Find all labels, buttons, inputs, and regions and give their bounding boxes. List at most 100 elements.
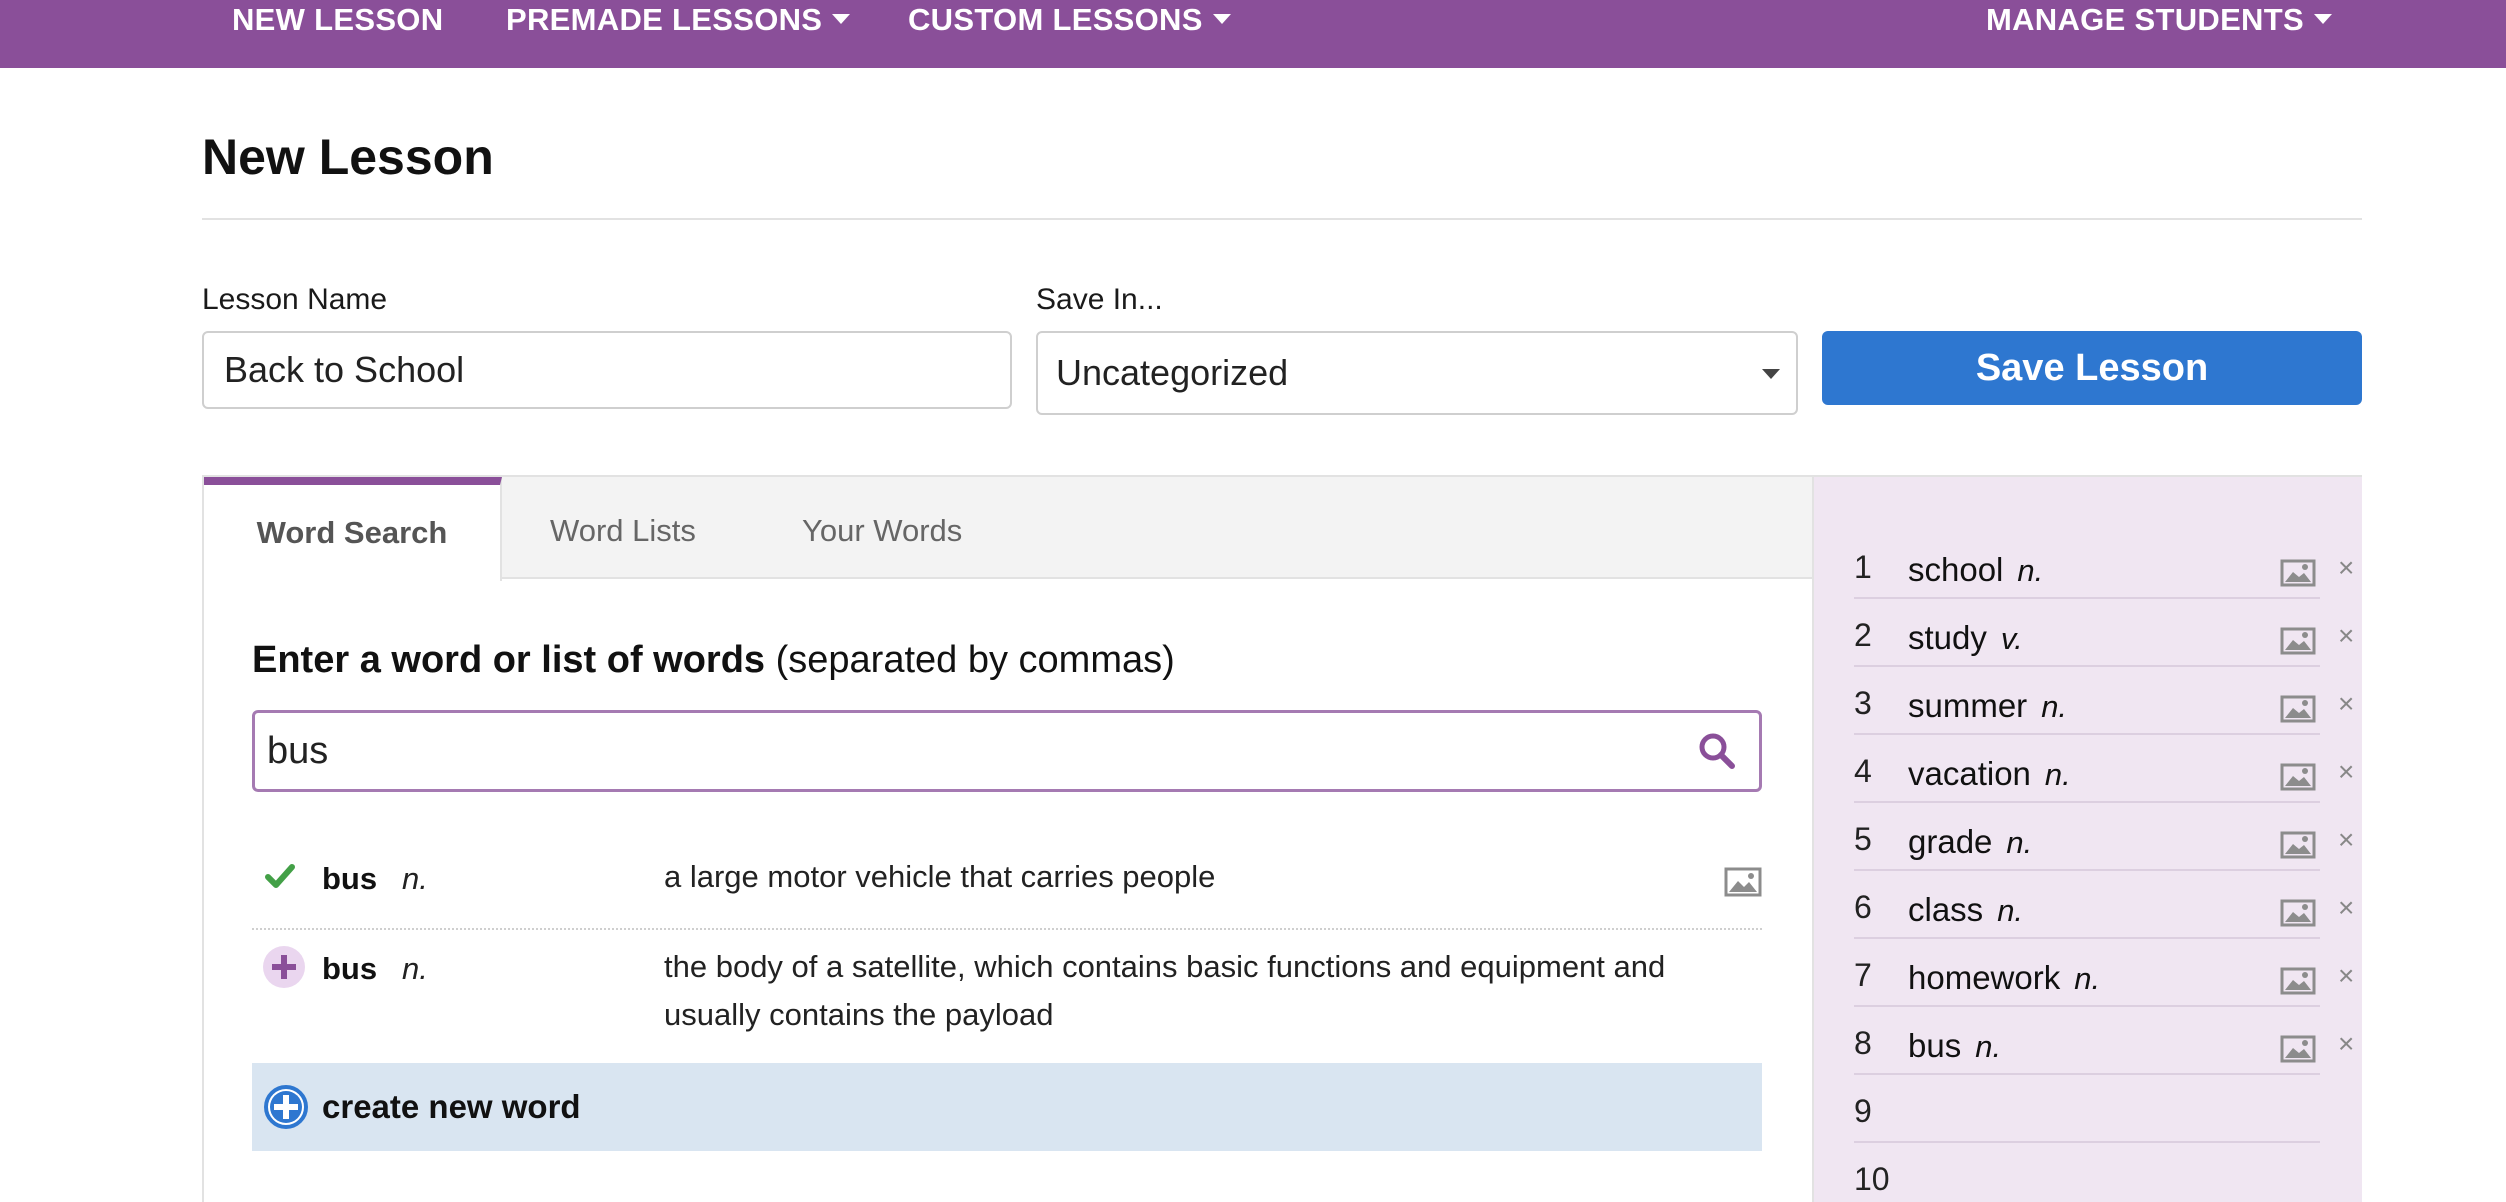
image-icon[interactable] xyxy=(2280,831,2316,859)
search-icon[interactable] xyxy=(1697,731,1737,771)
slot-number: 9 xyxy=(1854,1093,1872,1129)
lesson-name-input[interactable] xyxy=(202,331,1012,409)
image-icon[interactable] xyxy=(2280,627,2316,655)
slot-word: class n. xyxy=(1908,891,2023,929)
slot-word-text: study xyxy=(1908,619,1987,656)
lesson-name-label: Lesson Name xyxy=(202,283,388,316)
slot-word: bus n. xyxy=(1908,1027,2001,1065)
slot-number: 7 xyxy=(1854,957,1872,993)
lesson-word-slot[interactable]: 3 summer n. × xyxy=(1854,667,2354,735)
slot-word: school n. xyxy=(1908,551,2043,589)
slot-word-text: grade xyxy=(1908,823,1993,860)
lesson-word-slot[interactable]: 2 study v. × xyxy=(1854,599,2354,667)
image-icon[interactable] xyxy=(1724,867,1762,897)
slot-word: summer n. xyxy=(1908,687,2067,725)
slot-word: grade n. xyxy=(1908,823,2032,861)
word-search-box xyxy=(252,710,1762,792)
nav-premade-lessons[interactable]: PREMADE LESSONS xyxy=(506,0,851,40)
tab-bar: Word Search Word Lists Your Words xyxy=(204,477,1812,581)
lesson-word-slot[interactable]: 9 xyxy=(1854,1075,2320,1143)
add-circle-icon xyxy=(264,1085,308,1129)
result-divider xyxy=(252,928,1762,930)
chevron-down-icon xyxy=(832,13,851,24)
result-definition: the body of a satellite, which contains … xyxy=(664,949,1666,1032)
close-icon[interactable]: × xyxy=(2338,1027,2354,1061)
image-icon[interactable] xyxy=(2280,899,2316,927)
slot-word-pos: v. xyxy=(2000,621,2023,656)
image-icon[interactable] xyxy=(2280,967,2316,995)
slot-word: study v. xyxy=(1908,619,2023,657)
close-icon[interactable]: × xyxy=(2338,755,2354,789)
lesson-word-slot[interactable]: 8 bus n. × xyxy=(1854,1007,2354,1075)
search-result-row[interactable]: bus n. a large motor vehicle that carrie… xyxy=(252,827,1762,927)
create-new-word-button[interactable]: create new word xyxy=(252,1063,1762,1151)
nav-new-lesson[interactable]: NEW LESSON xyxy=(232,0,443,40)
slot-number: 4 xyxy=(1854,753,1872,789)
search-instructions-bold: Enter a word or list of words xyxy=(252,639,766,681)
tab-word-lists[interactable]: Word Lists xyxy=(550,477,696,579)
result-pos: n. xyxy=(402,861,428,896)
slot-word-pos: n. xyxy=(2006,825,2033,860)
nav-custom-lessons-label: CUSTOM LESSONS xyxy=(908,2,1203,37)
slot-word-text: vacation xyxy=(1908,755,2031,792)
lesson-word-slot[interactable]: 5 grade n. × xyxy=(1854,803,2354,871)
chevron-down-icon xyxy=(2313,13,2332,24)
close-icon[interactable]: × xyxy=(2338,687,2354,721)
lesson-word-slot[interactable]: 4 vacation n. × xyxy=(1854,735,2354,803)
slot-word xyxy=(1908,1095,1922,1133)
slot-number: 5 xyxy=(1854,821,1872,857)
lesson-word-slot[interactable]: 6 class n. × xyxy=(1854,871,2354,939)
slot-number: 1 xyxy=(1854,549,1872,585)
nav-manage-students[interactable]: MANAGE STUDENTS xyxy=(1986,0,2332,40)
slot-word-pos: n. xyxy=(2044,757,2071,792)
checkmark-icon xyxy=(265,864,295,888)
create-new-word-label: create new word xyxy=(322,1088,581,1125)
slot-word-pos: n. xyxy=(2074,961,2101,996)
result-word: bus xyxy=(322,951,378,986)
slot-number: 2 xyxy=(1854,617,1872,653)
title-divider xyxy=(202,218,2362,220)
search-instructions: Enter a word or list of words (separated… xyxy=(252,639,1175,682)
search-instructions-hint: (separated by commas) xyxy=(775,639,1175,681)
slot-word-text: school xyxy=(1908,551,2004,588)
lesson-word-list: 1 school n. × 2 study v. × 3 summer n. × 4 … xyxy=(1812,477,2362,1202)
image-icon[interactable] xyxy=(2280,763,2316,791)
slot-number: 3 xyxy=(1854,685,1872,721)
chevron-down-icon xyxy=(1762,369,1780,379)
lesson-word-slot[interactable]: 1 school n. × xyxy=(1854,531,2354,599)
top-nav: NEW LESSON PREMADE LESSONS CUSTOM LESSON… xyxy=(0,0,2506,68)
close-icon[interactable]: × xyxy=(2338,619,2354,653)
lesson-builder-panel: Word Search Word Lists Your Words Enter … xyxy=(202,475,2362,1202)
save-in-select[interactable]: Uncategorized xyxy=(1036,331,1798,415)
chevron-down-icon xyxy=(1212,13,1231,24)
result-pos: n. xyxy=(402,951,428,986)
slot-word-pos: n. xyxy=(2017,553,2044,588)
image-icon[interactable] xyxy=(2280,559,2316,587)
image-icon[interactable] xyxy=(2280,1035,2316,1063)
result-word: bus xyxy=(322,861,378,896)
nav-custom-lessons[interactable]: CUSTOM LESSONS xyxy=(908,0,1231,40)
save-in-label: Save In... xyxy=(1036,283,1163,316)
save-lesson-button[interactable]: Save Lesson xyxy=(1822,331,2362,405)
add-icon[interactable] xyxy=(262,945,306,989)
save-in-value: Uncategorized xyxy=(1056,352,1289,393)
word-search-input[interactable] xyxy=(267,713,1667,789)
tab-your-words[interactable]: Your Words xyxy=(802,477,962,579)
close-icon[interactable]: × xyxy=(2338,959,2354,993)
slot-word-pos: n. xyxy=(2041,689,2068,724)
slot-word xyxy=(1908,1163,1922,1201)
search-result-row[interactable]: bus n. the body of a satellite, which co… xyxy=(252,931,1762,1061)
lesson-word-slot[interactable]: 7 homework n. × xyxy=(1854,939,2354,1007)
slot-number: 6 xyxy=(1854,889,1872,925)
tab-word-search[interactable]: Word Search xyxy=(204,477,502,581)
page-title: New Lesson xyxy=(202,129,494,185)
nav-premade-lessons-label: PREMADE LESSONS xyxy=(506,2,823,37)
lesson-word-slot[interactable]: 10 xyxy=(1854,1143,2320,1202)
close-icon[interactable]: × xyxy=(2338,551,2354,585)
slot-word-text: homework xyxy=(1908,959,2061,996)
slot-word: homework n. xyxy=(1908,959,2100,997)
close-icon[interactable]: × xyxy=(2338,891,2354,925)
close-icon[interactable]: × xyxy=(2338,823,2354,857)
image-icon[interactable] xyxy=(2280,695,2316,723)
nav-new-lesson-label: NEW LESSON xyxy=(232,2,444,37)
